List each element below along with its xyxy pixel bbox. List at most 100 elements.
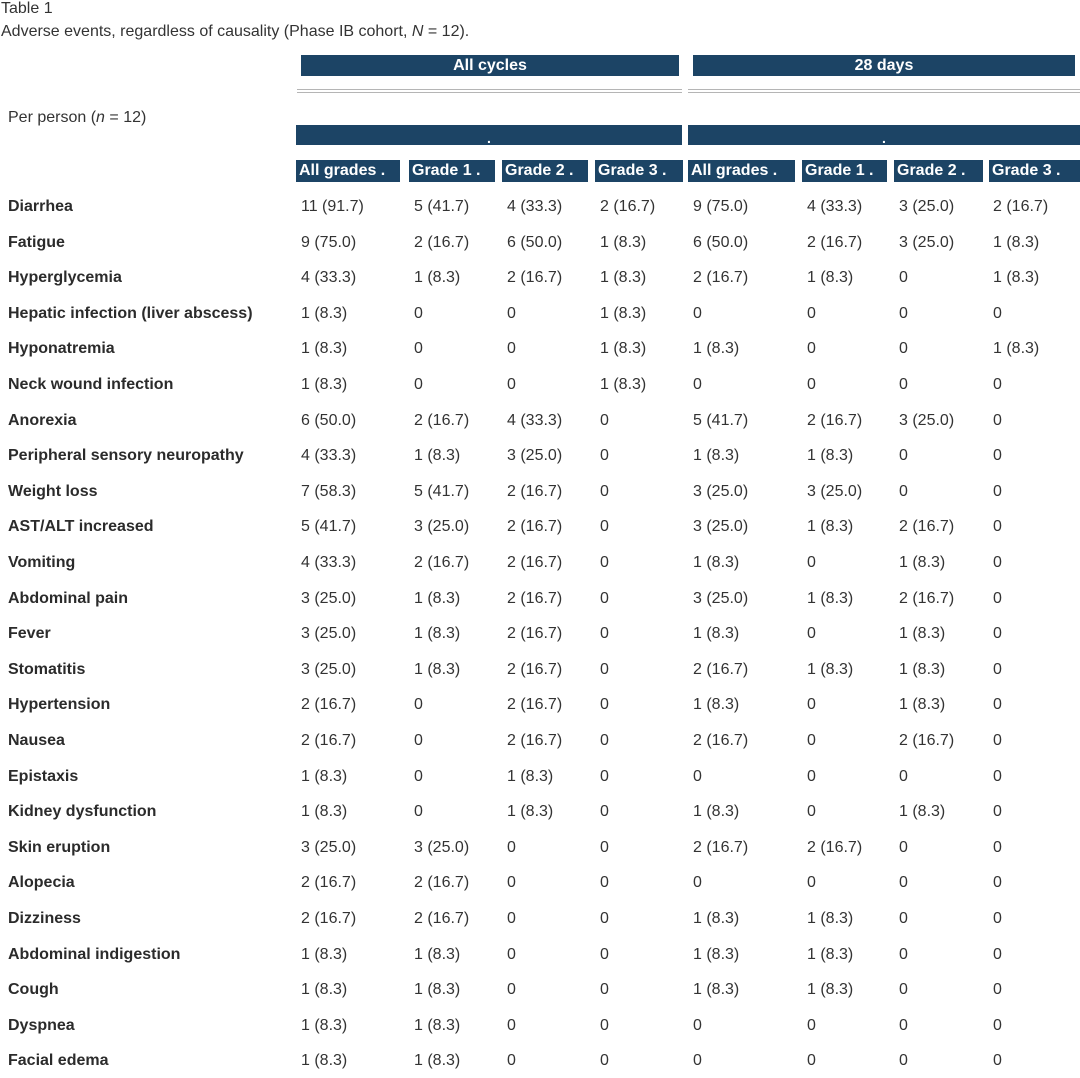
row-label: Hyperglycemia [8,269,122,287]
caption-text-start: Adverse events, regardless of causality … [1,23,412,40]
table-cell: 2 (16.7) [993,198,1049,215]
table-cell: 1 (8.3) [414,981,461,999]
table-cell: 0 [807,1052,816,1070]
table-cell: 0 [993,411,1002,429]
row-label: Skin eruption [8,838,111,856]
row-label: Nausea [8,732,65,749]
table-row: Peripheral sensory neuropathy 4 (33.3) 1 (… [0,438,1080,473]
table-cell: 0 [993,554,1002,571]
table-cell: 0 [414,803,423,821]
table-cell: 1 (8.3) [899,803,946,821]
table-cell: 2 (16.7) [899,518,955,536]
table-cell: 2 (16.7) [693,660,749,678]
table-cell: 0 [693,874,702,892]
table-cell: 2 (16.7) [507,482,563,500]
row-label: Epistaxis [8,767,79,785]
table-cell: 2 (16.7) [693,732,749,749]
table-row: Diarrhea 11 (91.7) 5 (41.7) 4 (33.3) 2 (16.7… [0,189,1080,224]
table-cell: 2 (16.7) [899,732,955,749]
table-cell: 0 [600,874,609,892]
table-cell: 3 (25.0) [899,198,955,215]
table-cell: 1 (8.3) [301,376,348,393]
row-label: Cough [8,981,59,999]
table-cell: 11 (91.7) [301,198,364,215]
table-row: Kidney dysfunction 1 (8.3) 0 1 (8.3) 0 1 (8.3… [0,794,1080,829]
table-cell: 0 [899,1016,908,1034]
table-cell: 0 [807,767,816,785]
table-cell: 3 (25.0) [507,447,563,465]
table-cell: 0 [993,1052,1002,1070]
table-cell: 1 (8.3) [414,660,461,678]
table-cell: 0 [507,340,516,358]
table-cell: 1 (8.3) [301,1016,348,1034]
row-label: Stomatitis [8,660,86,678]
table-cell: 2 (16.7) [414,411,470,429]
table-cell: 9 (75.0) [693,198,749,215]
table-cell: 4 (33.3) [301,554,357,571]
table-cell: 1 (8.3) [600,376,647,393]
table-cell: 3 (25.0) [301,625,357,643]
table-cell: 0 [600,625,609,643]
table-row: Alopecia 2 (16.7) 2 (16.7) 0 0 0 0 0 0 [0,865,1080,900]
column-header: Grade 1 . [802,160,887,182]
table-cell: 2 (16.7) [507,269,563,287]
table-cell: 4 (33.3) [301,269,357,287]
table-cell: 2 (16.7) [507,554,563,571]
table-cell: 0 [807,696,816,714]
table-cell: 0 [414,767,423,785]
table-cell: 0 [993,304,1002,322]
table-cell: 0 [993,1016,1002,1034]
table-cell: 2 (16.7) [301,696,357,714]
group-rule-28-days [688,89,1080,93]
table-cell: 0 [993,767,1002,785]
table-cell: 1 (8.3) [301,1052,348,1070]
row-label: Dyspnea [8,1016,75,1034]
row-label: Hypertension [8,696,111,714]
group-rule-all-cycles [297,89,682,93]
table-cell: 2 (16.7) [807,838,863,856]
table-cell: 0 [993,447,1002,465]
table-cell: 0 [600,945,609,963]
table-cell: 0 [807,340,816,358]
table-cell: 3 (25.0) [899,233,955,251]
column-header: Grade 1 . [409,160,495,182]
table-cell: 0 [993,482,1002,500]
table-row: Hyponatremia 1 (8.3) 0 0 1 (8.3) 1 (8.3) 0 0 1 (… [0,331,1080,366]
table-row: Epistaxis 1 (8.3) 0 1 (8.3) 0 0 0 0 0 [0,759,1080,794]
table-cell: 1 (8.3) [993,269,1040,287]
table-row: Hyperglycemia 4 (33.3) 1 (8.3) 2 (16.7) 1 (8… [0,260,1080,295]
caption-text-end: = 12). [423,23,470,40]
table-cell: 1 (8.3) [807,945,854,963]
row-label: Diarrhea [8,198,73,215]
row-label: Hepatic infection (liver abscess) [8,304,253,322]
table-cell: 2 (16.7) [414,233,470,251]
table-row: Fatigue 9 (75.0) 2 (16.7) 6 (50.0) 1 (8.3) 6 … [0,225,1080,260]
table-row: Hepatic infection (liver abscess) 1 (8.3)… [0,296,1080,331]
table-cell: 0 [600,518,609,536]
table-cell: 0 [993,945,1002,963]
table-cell: 0 [693,1016,702,1034]
table-row: Vomiting 4 (33.3) 2 (16.7) 2 (16.7) 0 1 (8.3)… [0,545,1080,580]
table-cell: 0 [993,589,1002,607]
row-label: Abdominal indigestion [8,945,181,963]
stub-header: Per person (n = 12) [8,108,146,128]
table-cell: 1 (8.3) [693,625,740,643]
table-cell: 0 [414,304,423,322]
table-cell: 0 [899,482,908,500]
table-cell: 7 (58.3) [301,482,357,500]
table-cell: 0 [807,1016,816,1034]
row-label: Fever [8,625,51,643]
table-cell: 3 (25.0) [807,482,863,500]
table-cell: 0 [600,447,609,465]
table-cell: 4 (33.3) [507,411,563,429]
table-cell: 0 [807,874,816,892]
table-cell: 2 (16.7) [507,696,563,714]
table-cell: 0 [899,376,908,393]
table-cell: 0 [693,767,702,785]
table-cell: 0 [693,304,702,322]
table-cell: 1 (8.3) [414,625,461,643]
table-cell: 1 (8.3) [414,447,461,465]
table-cell: 0 [993,981,1002,999]
column-header: Grade 2 . [502,160,588,182]
table-cell: 1 (8.3) [414,945,461,963]
